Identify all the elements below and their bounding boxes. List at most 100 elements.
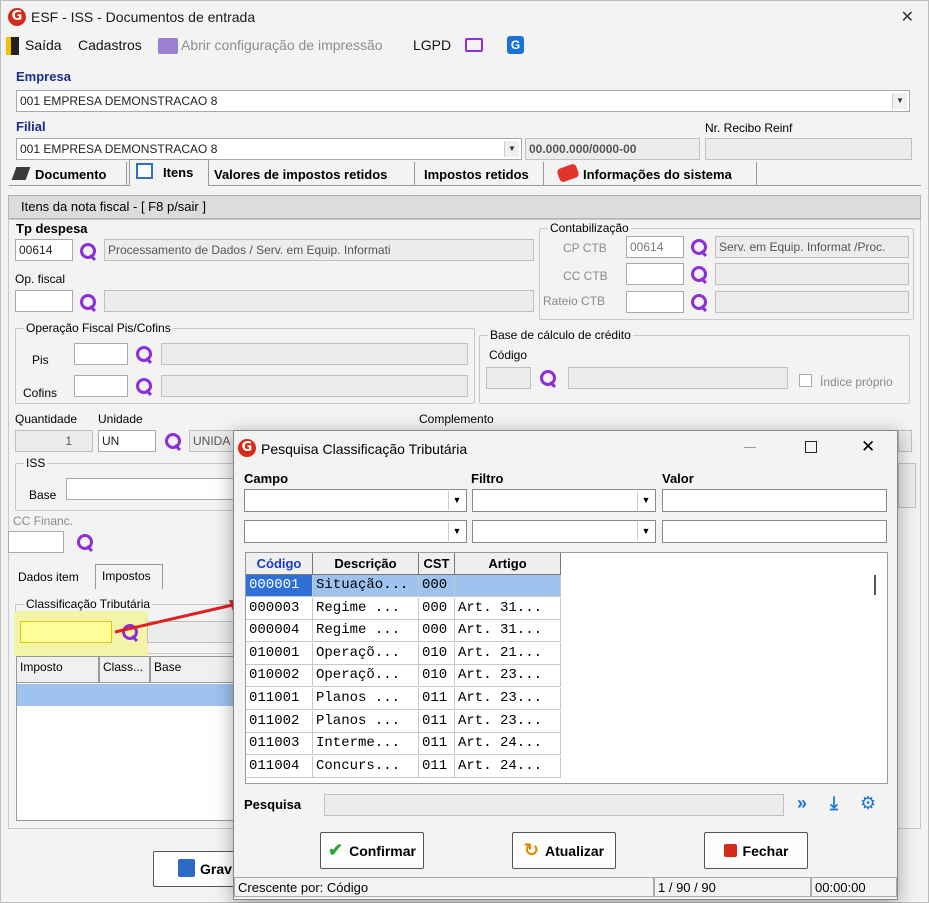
g-app-icon[interactable]: G	[507, 36, 524, 54]
table-cell[interactable]	[455, 575, 561, 597]
table-cell[interactable]: Art. 23...	[455, 665, 561, 688]
search-icon[interactable]	[539, 369, 557, 387]
col-class[interactable]: Class...	[99, 656, 150, 683]
table-cell[interactable]: Regime ...	[313, 620, 419, 643]
confirmar-button[interactable]: ✔ Confirmar	[320, 832, 424, 869]
rateio-ctb-code[interactable]	[626, 291, 684, 313]
search-icon[interactable]	[79, 242, 97, 260]
table-cell[interactable]: Situação...	[313, 575, 419, 597]
table-cell[interactable]: 010	[419, 665, 455, 688]
tab-impostos-retidos[interactable]: Impostos retidos	[420, 162, 544, 186]
last-record-icon[interactable]: ⤓	[830, 793, 838, 814]
col-artigo[interactable]: Artigo	[455, 553, 561, 575]
table-cell[interactable]: Operaçõ...	[313, 642, 419, 665]
valor-input-1[interactable]	[662, 489, 887, 512]
reinf-field[interactable]	[705, 138, 912, 160]
chevron-down-icon[interactable]: ▼	[892, 93, 907, 109]
search-icon[interactable]	[76, 533, 94, 551]
table-cell[interactable]: Interme...	[313, 733, 419, 756]
col-codigo[interactable]: Código	[246, 553, 313, 575]
chevron-down-icon[interactable]: ▼	[637, 522, 654, 541]
filial-select[interactable]: 001 EMPRESA DEMONSTRACAO 8 ▼	[16, 138, 522, 160]
table-cell[interactable]: Planos ...	[313, 710, 419, 733]
printer-icon[interactable]	[158, 38, 178, 54]
chevron-down-icon[interactable]: ▼	[637, 491, 654, 510]
pis-code[interactable]	[74, 343, 128, 365]
cc-ctb-code[interactable]	[626, 263, 684, 285]
search-icon[interactable]	[690, 293, 708, 311]
grid-selected-row[interactable]	[17, 684, 235, 706]
maximize-icon[interactable]	[805, 441, 817, 453]
menu-cadastros[interactable]: Cadastros	[78, 37, 142, 57]
search-icon[interactable]	[690, 265, 708, 283]
filtro-select-2[interactable]: ▼	[472, 520, 656, 543]
filtro-select-1[interactable]: ▼	[472, 489, 656, 512]
table-cell[interactable]: 000003	[246, 597, 313, 620]
valor-input-2[interactable]	[662, 520, 887, 543]
op-fiscal-code[interactable]	[15, 290, 73, 312]
table-cell[interactable]: Concurs...	[313, 755, 419, 778]
table-cell[interactable]: Art. 31...	[455, 620, 561, 643]
table-cell[interactable]: Planos ...	[313, 688, 419, 710]
search-icon[interactable]	[164, 432, 182, 450]
close-icon[interactable]: ✕	[861, 437, 875, 457]
table-cell[interactable]: 000	[419, 597, 455, 620]
table-cell[interactable]: Art. 24...	[455, 733, 561, 756]
cc-financ-code[interactable]	[8, 531, 64, 553]
col-descricao[interactable]: Descrição	[313, 553, 419, 575]
table-cell[interactable]: Operaçõ...	[313, 665, 419, 688]
exit-door-icon[interactable]	[6, 37, 19, 55]
table-cell[interactable]: 011004	[246, 755, 313, 778]
close-icon[interactable]: ✕	[901, 7, 914, 27]
search-icon[interactable]	[135, 377, 153, 395]
chevron-down-icon[interactable]: ▼	[504, 141, 519, 157]
chevron-down-icon[interactable]: ▼	[448, 522, 465, 541]
search-icon[interactable]	[135, 345, 153, 363]
quantidade-stepper[interactable]: 1	[15, 430, 93, 452]
unidade-code[interactable]: UN	[98, 430, 156, 452]
fechar-button[interactable]: Fechar	[704, 832, 808, 869]
tab-informacoes[interactable]: Informações do sistema	[549, 162, 757, 186]
cp-ctb-code[interactable]: 00614	[626, 236, 684, 258]
table-cell[interactable]: 010	[419, 642, 455, 665]
table-cell[interactable]: Art. 21...	[455, 642, 561, 665]
table-cell[interactable]: Art. 31...	[455, 597, 561, 620]
cofins-code[interactable]	[74, 375, 128, 397]
menu-saida[interactable]: Saída	[25, 37, 62, 57]
table-cell[interactable]: Art. 23...	[455, 688, 561, 710]
subtab-impostos[interactable]: Impostos	[95, 564, 163, 589]
search-icon[interactable]	[690, 238, 708, 256]
campo-select-1[interactable]: ▼	[244, 489, 467, 512]
class-trib-input[interactable]	[20, 621, 112, 643]
scrollbar-thumb[interactable]	[874, 575, 876, 595]
table-cell[interactable]: 011003	[246, 733, 313, 756]
table-cell[interactable]: 011	[419, 755, 455, 778]
tab-documento[interactable]: Documento	[11, 162, 127, 186]
minimize-icon[interactable]	[744, 447, 756, 448]
tab-valores-impostos[interactable]: Valores de impostos retidos	[210, 162, 415, 186]
search-icon[interactable]	[79, 293, 97, 311]
table-cell[interactable]: Art. 24...	[455, 755, 561, 778]
table-cell[interactable]: Regime ...	[313, 597, 419, 620]
table-cell[interactable]: 010001	[246, 642, 313, 665]
subtab-dados-item[interactable]: Dados item	[14, 566, 94, 588]
atualizar-button[interactable]: ↻ Atualizar	[512, 832, 616, 869]
menu-lgpd[interactable]: LGPD	[413, 37, 451, 57]
table-cell[interactable]: 000004	[246, 620, 313, 643]
col-imposto[interactable]: Imposto	[16, 656, 99, 683]
table-cell[interactable]: 000	[419, 620, 455, 643]
base-codigo-field[interactable]	[486, 367, 531, 389]
table-cell[interactable]: 011	[419, 688, 455, 710]
table-cell[interactable]: 011001	[246, 688, 313, 710]
pesquisa-input[interactable]	[324, 794, 784, 816]
table-cell[interactable]: 000001	[246, 575, 313, 597]
chevron-down-icon[interactable]: ▼	[448, 491, 465, 510]
menu-abrir-config[interactable]: Abrir configuração de impressão	[181, 37, 383, 57]
campo-select-2[interactable]: ▼	[244, 520, 467, 543]
col-base[interactable]: Base	[150, 656, 236, 683]
table-cell[interactable]: 011	[419, 733, 455, 756]
double-chevron-down-icon[interactable]: »	[797, 793, 807, 814]
col-cst[interactable]: CST	[419, 553, 455, 575]
base-field[interactable]	[66, 478, 235, 500]
gear-icon[interactable]: ⚙	[860, 793, 876, 814]
